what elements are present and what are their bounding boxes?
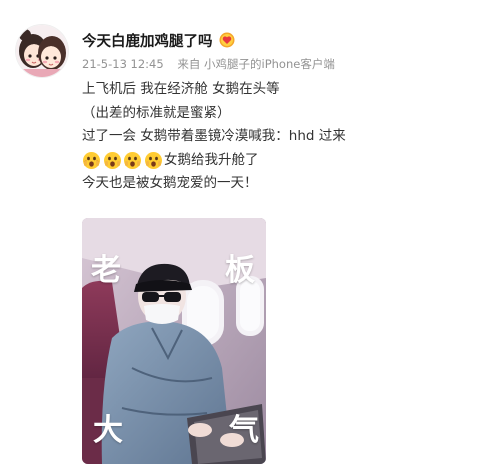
- scared-face-emoji-icon: [82, 151, 101, 170]
- source-prefix: 来自: [177, 57, 201, 71]
- photo-caption-bottom-left: 大: [93, 413, 123, 448]
- scared-face-emoji-icon: [103, 151, 122, 170]
- source-device-link[interactable]: 小鸡腿子的iPhone客户端: [204, 57, 335, 71]
- photo-caption-bottom-right: 气: [229, 413, 259, 448]
- post-text-line: 过了一会 女鹅带着墨镜冷漠喊我：hhd 过来: [82, 128, 346, 145]
- photo-caption-top-left: 老: [91, 253, 121, 288]
- user-avatar[interactable]: [16, 25, 68, 77]
- post-content: 上飞机后 我在经济舱 女鹅在头等 （出差的标准就是蜜紧） 过了一会 女鹅带着墨镜…: [82, 78, 472, 196]
- weibo-post: 今天白鹿加鸡腿了吗 21-5-13 12:45 来自 小鸡腿子的iPhone客户…: [0, 0, 492, 475]
- scared-face-emoji-icon: [144, 151, 163, 170]
- yellow-heart-badge-icon[interactable]: [219, 32, 235, 48]
- post-photo[interactable]: 老 板 大 气: [82, 218, 266, 464]
- post-text-line-with-emoji: 女鹅给我升舱了: [82, 149, 472, 173]
- post-time-link[interactable]: 21-5-13 12:45: [82, 57, 164, 71]
- photo-caption-top-right: 板: [225, 253, 255, 288]
- scared-face-emoji-icon: [123, 151, 142, 170]
- post-text-line: 上飞机后 我在经济舱 女鹅在头等: [82, 81, 280, 97]
- post-text-line: 今天也是被女鹅宠爱的一天！: [82, 175, 258, 192]
- username-row: 今天白鹿加鸡腿了吗: [82, 28, 235, 52]
- username-link[interactable]: 今天白鹿加鸡腿了吗: [82, 30, 213, 51]
- post-text-line: （出差的标准就是蜜紧）: [82, 104, 231, 121]
- post-text-after-emoji: 女鹅给我升舱了: [164, 151, 259, 168]
- post-meta: 21-5-13 12:45 来自 小鸡腿子的iPhone客户端: [82, 56, 335, 72]
